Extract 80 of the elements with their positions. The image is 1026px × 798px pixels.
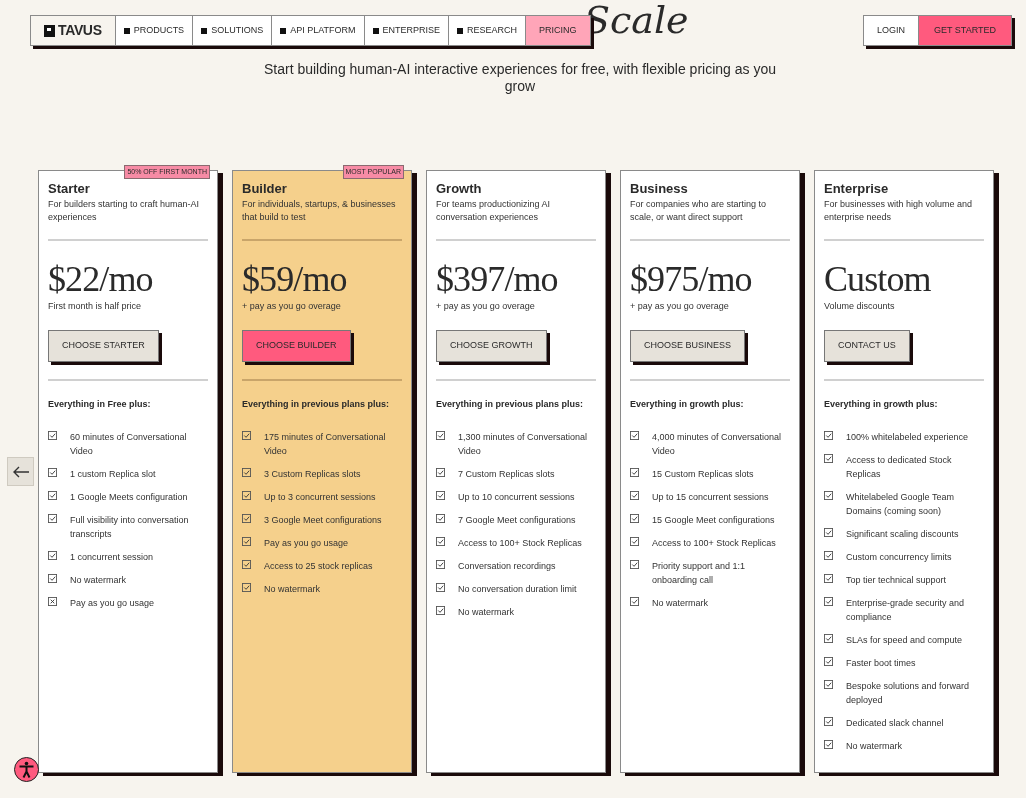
feature-text: 4,000 minutes of Conversational Video [652,431,783,458]
choose-plan-button[interactable]: CHOOSE GROWTH [436,330,547,362]
get-started-button[interactable]: GET STARTED [919,16,1012,45]
plan-name: Business [630,181,689,197]
feature-text: 1,300 minutes of Conversational Video [458,431,589,458]
features-heading: Everything in previous plans plus: [436,398,585,410]
plan-description: For builders starting to craft human-AI experiences [48,198,201,224]
feature-text: Conversation recordings [458,560,556,573]
feature-text: Enterprise-grade security and compliance [846,597,966,624]
feature-text: SLAs for speed and compute [846,634,963,647]
price-note: + pay as you go overage [630,300,730,312]
feature-text: No watermark [70,574,126,587]
feature-text: 7 Custom Replicas slots [458,468,555,481]
plan-price: $59/mo [242,259,348,299]
feature-text: 3 Custom Replicas slots [264,468,361,481]
feature-text: 3 Google Meet configurations [264,514,382,527]
plan-name: Starter [48,181,91,197]
feature-text: Access to 100+ Stock Replicas [652,537,776,550]
feature-text: Whitelabeled Google Team Domains (coming soon) [846,491,955,518]
features-heading: Everything in previous plans plus: [242,398,391,410]
choose-plan-button[interactable]: CHOOSE BUSINESS [630,330,746,362]
feature-text: Dedicated slack channel [846,717,944,730]
feature-text: 1 Google Meets configuration [70,491,188,504]
feature-text: No watermark [458,606,514,619]
feature-text: 15 Custom Replicas slots [652,468,754,481]
feature-text: Bespoke solutions and forward deployed [846,680,971,707]
feature-text: No watermark [652,597,708,610]
feature-text: Priority support and 1:1 onboarding call [652,560,747,587]
plan-price: $397/mo [436,259,559,299]
accessibility-icon [18,761,35,778]
feature-text: Pay as you go usage [264,537,349,550]
plan-name: Enterprise [824,181,890,197]
plan-name: Builder [242,181,288,197]
feature-text: Access to dedicated Stock Replicas [846,454,953,481]
feature-text: 1 concurrent session [70,551,154,564]
price-note: Volume discounts [824,300,896,312]
price-note: + pay as you go overage [436,300,536,312]
feature-text: 100% whitelabeled experience [846,431,969,444]
feature-text: Up to 10 concurrent sessions [458,491,575,504]
feature-text: Up to 15 concurrent sessions [652,491,769,504]
plan-description: For individuals, startups, & businesses that build to test [242,198,397,224]
plan-price: $22/mo [48,259,154,299]
feature-text: Up to 3 concurrent sessions [264,491,376,504]
login-link[interactable]: LOGIN [864,16,919,45]
features-heading: Everything in growth plus: [630,398,745,410]
plan-description: For companies who are starting to scale, or want direct support [630,198,768,224]
plan-description: For teams productionizing AI conversation experiences [436,198,552,224]
choose-plan-button[interactable]: CHOOSE STARTER [48,330,159,362]
feature-text: Pay as you go usage [70,597,155,610]
accessibility-button[interactable] [14,757,39,782]
features-heading: Everything in Free plus: [48,398,152,410]
feature-text: Access to 100+ Stock Replicas [458,537,582,550]
back-arrow-button[interactable] [7,457,34,486]
feature-text: 175 minutes of Conversational Video [264,431,387,458]
plan-price: Custom [824,259,932,299]
logo-icon [44,24,55,37]
feature-text: 15 Google Meet configurations [652,514,775,527]
feature-text: 7 Google Meet configurations [458,514,576,527]
feature-text: Top tier technical support [846,574,947,587]
feature-text: Full visibility into conversation transcripts [70,514,190,541]
plan-description: For businesses with high volume and enterprise needs [824,198,974,224]
price-note: First month is half price [48,300,143,312]
features-heading: Everything in growth plus: [824,398,939,410]
feature-text: Custom concurrency limits [846,551,952,564]
feature-text: No watermark [264,583,320,596]
feature-text: No watermark [846,740,902,753]
feature-text: Access to 25 stock replicas [264,560,373,573]
choose-plan-button[interactable]: CONTACT US [824,330,910,362]
feature-text: 60 minutes of Conversational Video [70,431,188,458]
price-note: + pay as you go overage [242,300,342,312]
feature-text: 1 custom Replica slot [70,468,156,481]
choose-plan-button[interactable]: CHOOSE BUILDER [242,330,351,362]
nav-link[interactable]: PRICING [526,16,590,45]
feature-text: Significant scaling discounts [846,528,959,541]
plan-price: $975/mo [630,259,753,299]
subtitle: Start building human-AI interactive experiences for free, with flexible pricing as you grow [262,61,777,95]
arrow-left-icon [11,465,30,478]
feature-text: Faster boot times [846,657,916,670]
feature-text: No conversation duration limit [458,583,577,596]
plan-name: Growth [436,181,483,197]
